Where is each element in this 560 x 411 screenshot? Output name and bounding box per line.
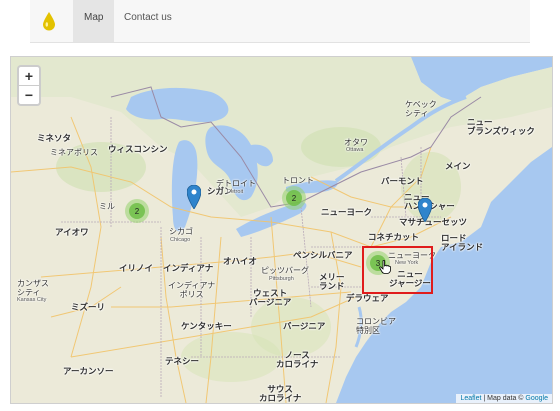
cluster-count: 2: [129, 203, 145, 219]
google-link[interactable]: Google: [525, 395, 548, 402]
lake-superior: [126, 87, 229, 123]
label-quebec-city: ケベック シティ: [405, 100, 437, 118]
label-iowa: アイオワ: [55, 227, 89, 237]
label-maine: メイン: [445, 161, 471, 171]
logo[interactable]: [32, 4, 66, 38]
label-ottawa: オタワ: [344, 138, 368, 147]
label-chicago: シカゴ: [169, 227, 193, 236]
hand-cursor-icon: [379, 260, 391, 274]
label-toronto: トロント: [282, 176, 314, 185]
top-navigation: Map Contact us: [30, 0, 530, 43]
label-detroit: デトロイト: [216, 179, 256, 188]
tab-map[interactable]: Map: [73, 0, 115, 42]
label-minnesota: ミネソタ: [37, 133, 72, 143]
label-kansas-city: カンザス シティ: [17, 279, 49, 297]
label-virginia: バージニア: [283, 321, 326, 331]
zoom-in-button[interactable]: +: [19, 67, 39, 86]
label-dc: コロンビア 特別区: [356, 317, 396, 335]
label-missouri: ミズーリ: [71, 302, 106, 312]
marker-cluster[interactable]: 2: [282, 186, 306, 210]
label-new-york-state: ニューヨーク: [321, 207, 373, 217]
zoom-control: + −: [17, 65, 41, 106]
map-attribution: Leaflet | Map data © Google: [456, 394, 552, 403]
highlight-box: [362, 246, 433, 294]
label-north-carolina: ノース カロライナ: [276, 350, 319, 369]
label-connecticut: コネチカット: [368, 232, 420, 242]
marker-cluster[interactable]: 2: [125, 199, 149, 223]
label-new-brunswick: ニュー ブランズウィック: [467, 117, 535, 136]
label-indiana: インディアナ: [163, 263, 214, 273]
tab-contact-us[interactable]: Contact us: [113, 0, 183, 42]
label-west-virginia: ウェスト バージニア: [249, 288, 292, 307]
attribution-separator: | Map data ©: [481, 395, 526, 402]
leaflet-link[interactable]: Leaflet: [460, 395, 481, 402]
label-illinois: イリノイ: [119, 263, 154, 273]
label-indianapolis: インディアナ ポリス: [168, 281, 216, 299]
label-pittsburgh-en: Pittsburgh: [269, 276, 294, 282]
oil-drop-icon: [43, 12, 55, 31]
label-ottawa-en: Ottawa: [346, 147, 364, 153]
cluster-count: 2: [286, 190, 302, 206]
label-delaware: デラウェア: [346, 293, 389, 303]
label-arkansas: アーカンソー: [63, 366, 114, 376]
label-vermont: バーモント: [381, 176, 424, 186]
map-container[interactable]: ミネソタ ミネアポリス ウィスコンシン シガン ミル アイオワ シカゴ Chic…: [10, 56, 553, 404]
label-kansas-city-en: Kansas City: [17, 297, 47, 303]
label-massachusetts: マサチューセッツ: [399, 217, 468, 227]
label-detroit-en: Detroit: [227, 189, 244, 195]
label-pittsburgh: ピッツバーグ: [261, 266, 309, 275]
label-rhode-island: ロード アイランド: [441, 233, 484, 252]
label-chicago-en: Chicago: [170, 237, 191, 243]
label-maryland: メリー ランド: [319, 272, 345, 291]
label-minneapolis: ミネアポリス: [50, 148, 98, 157]
label-south-carolina: サウス カロライナ: [259, 384, 302, 403]
zoom-out-button[interactable]: −: [19, 86, 39, 104]
label-milwaukee: ミル: [99, 202, 115, 211]
label-ohio: オハイオ: [223, 256, 257, 266]
label-pennsylvania: ペンシルバニア: [293, 250, 353, 260]
label-kentucky: ケンタッキー: [181, 321, 232, 331]
label-wisconsin: ウィスコンシン: [108, 144, 168, 154]
map-pin-icon[interactable]: [418, 198, 432, 222]
label-tennessee: テネシー: [165, 356, 200, 366]
map-pin-icon[interactable]: [187, 185, 201, 209]
